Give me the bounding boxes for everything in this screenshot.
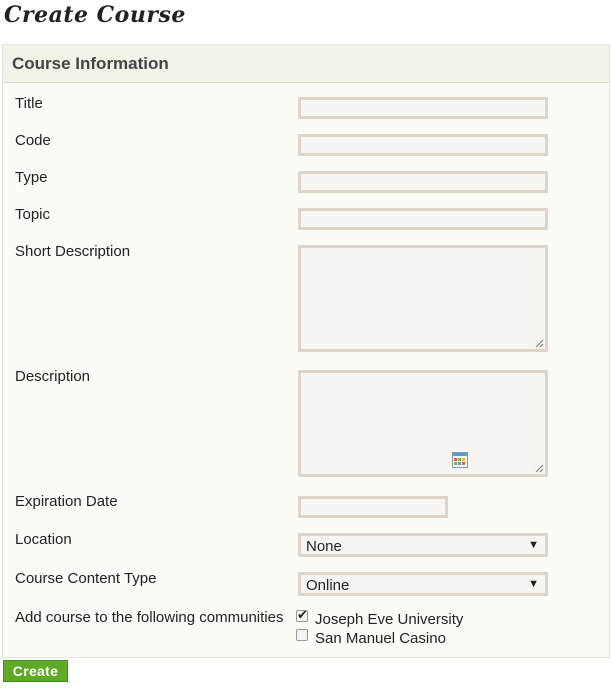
short-description-label: Short Description	[15, 243, 131, 260]
topic-input[interactable]	[298, 208, 548, 230]
code-label: Code	[15, 132, 51, 149]
content-type-label: Course Content Type	[15, 570, 157, 587]
expiration-date-label: Expiration Date	[15, 493, 118, 510]
location-selected-value: None	[306, 538, 342, 555]
resize-grip-icon[interactable]	[535, 339, 544, 348]
checkmark-icon: ✔	[297, 607, 308, 622]
community-option-label: San Manuel Casino	[315, 630, 446, 647]
code-input[interactable]	[298, 134, 548, 156]
communities-label: Add course to the following communities	[15, 609, 284, 626]
community-checkbox-joseph-eve-university[interactable]: ✔	[296, 607, 308, 622]
type-label: Type	[15, 169, 48, 186]
content-type-select[interactable]: Online ▼	[298, 572, 548, 596]
calendar-icon[interactable]	[452, 452, 468, 468]
title-input[interactable]	[298, 97, 548, 119]
location-label: Location	[15, 531, 72, 548]
page-title: Create Course	[4, 2, 186, 28]
content-type-selected-value: Online	[306, 577, 350, 594]
community-option-label: Joseph Eve University	[315, 611, 464, 628]
panel-title: Course Information	[12, 54, 169, 73]
description-textarea[interactable]	[298, 370, 548, 477]
location-select[interactable]: None ▼	[298, 533, 548, 557]
community-checkbox-san-manuel-casino[interactable]	[296, 629, 308, 641]
panel-header: Course Information	[3, 45, 609, 83]
dropdown-arrow-icon: ▼	[528, 539, 539, 551]
create-button[interactable]: Create	[3, 660, 68, 682]
resize-grip-icon[interactable]	[535, 464, 544, 473]
description-label: Description	[15, 368, 91, 385]
expiration-date-input[interactable]	[298, 496, 448, 518]
short-description-textarea[interactable]	[298, 245, 548, 352]
type-input[interactable]	[298, 171, 548, 193]
title-label: Title	[15, 95, 43, 112]
dropdown-arrow-icon: ▼	[528, 578, 539, 590]
topic-label: Topic	[15, 206, 51, 223]
